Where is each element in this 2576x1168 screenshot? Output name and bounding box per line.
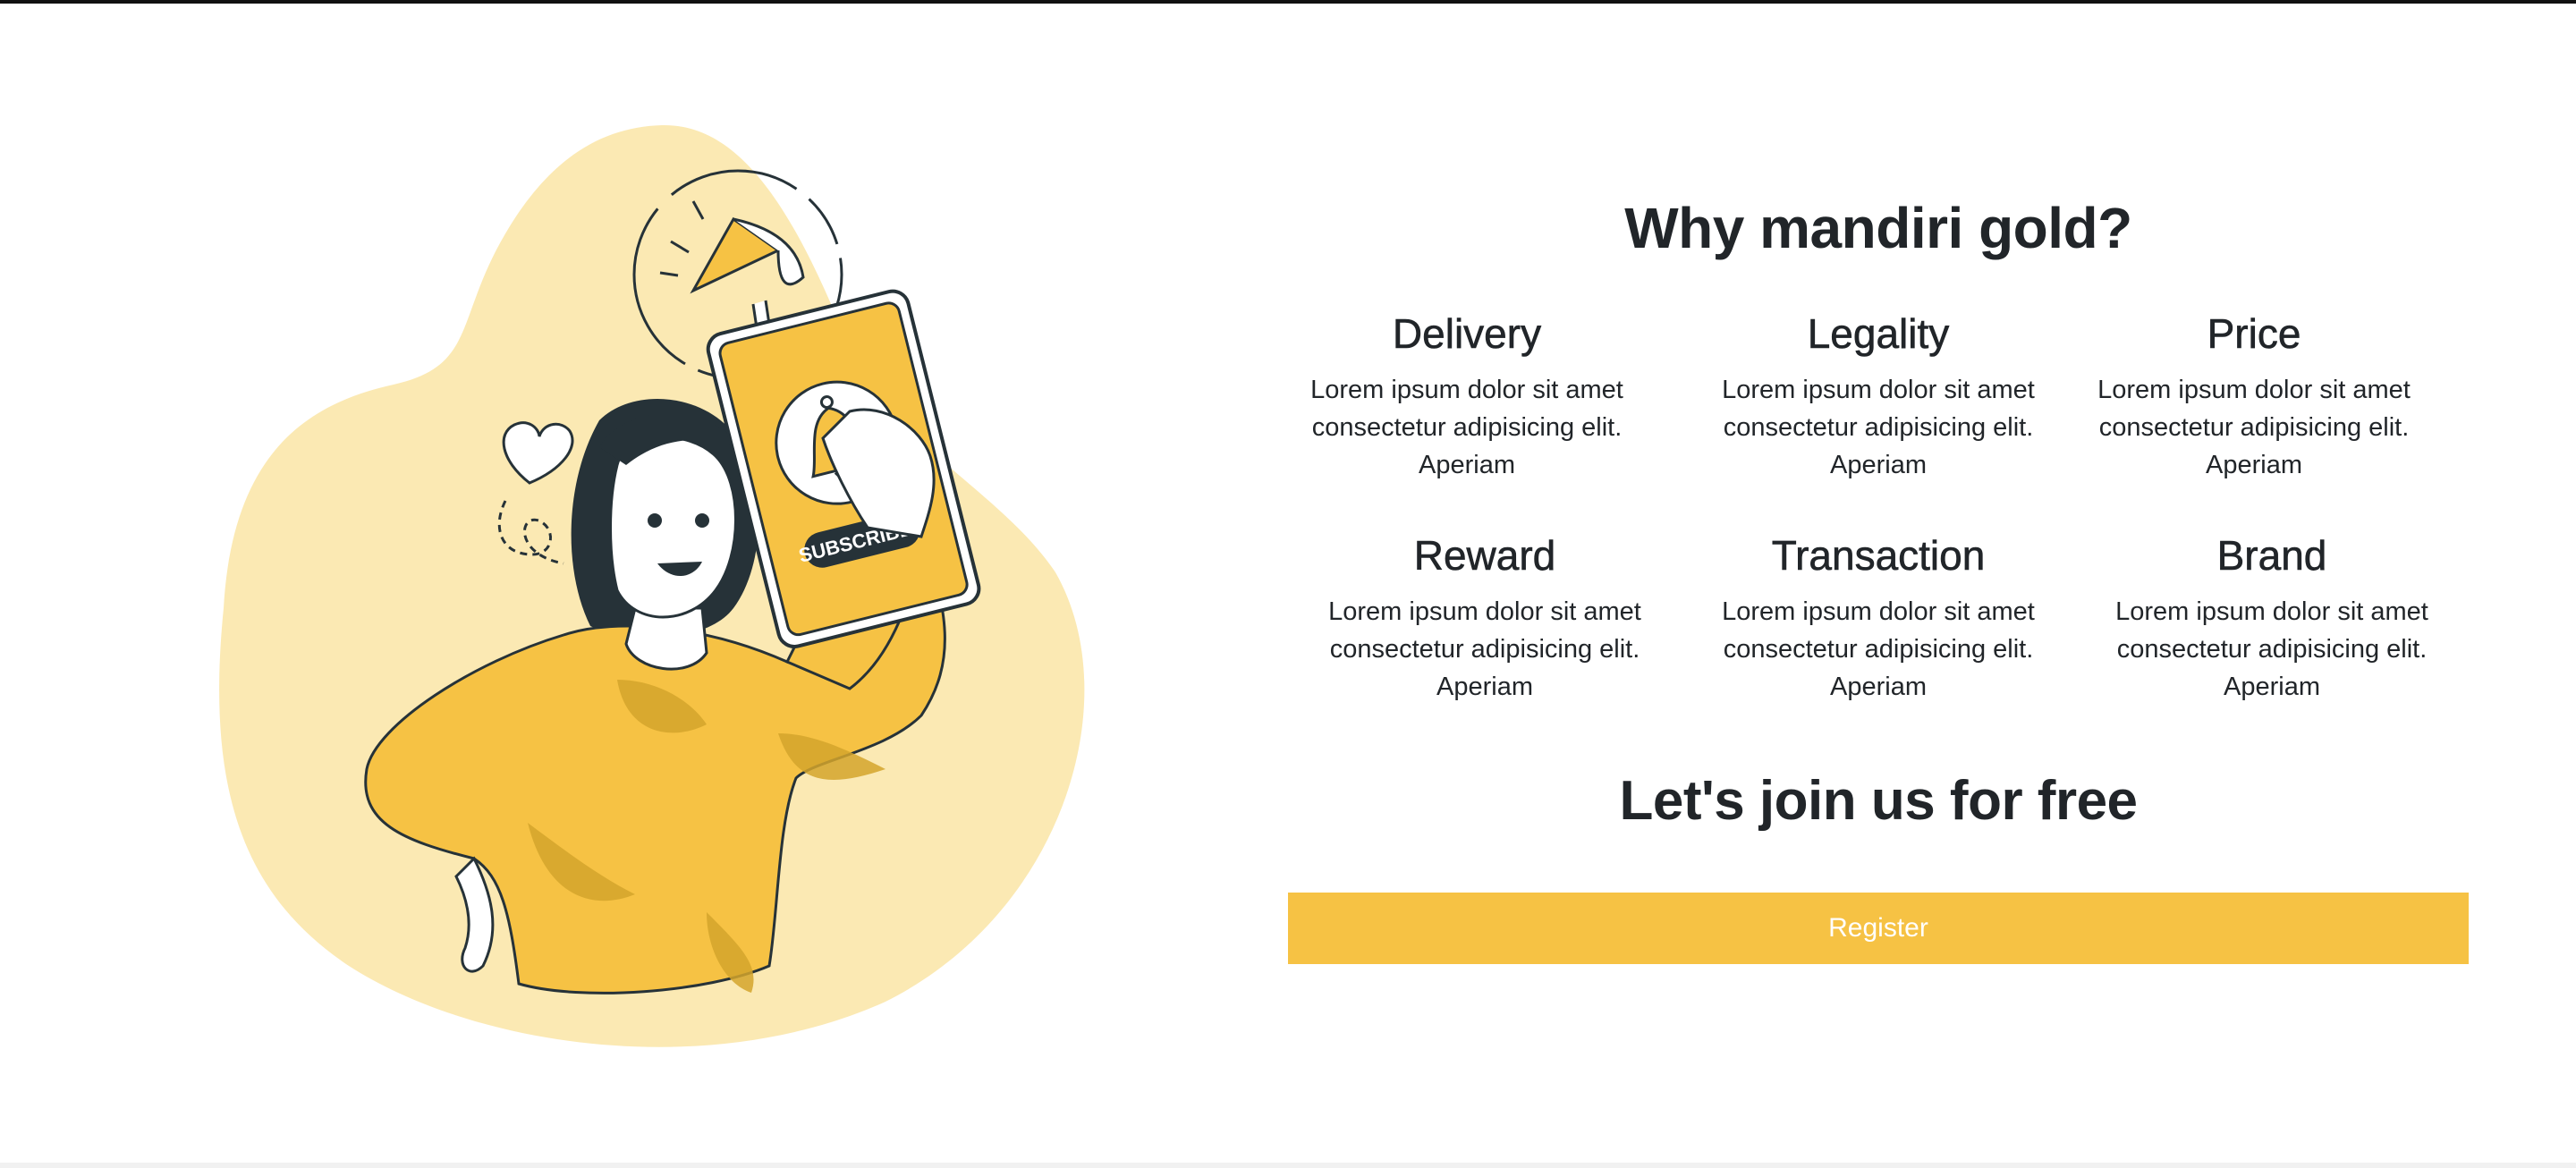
feature-title: Transaction bbox=[1771, 532, 1986, 580]
feature-delivery: Delivery Lorem ipsum dolor sit amet cons… bbox=[1288, 311, 1646, 484]
register-button[interactable]: Register bbox=[1288, 893, 2469, 964]
why-section: Why mandiri gold? Delivery Lorem ipsum d… bbox=[1288, 196, 2469, 964]
section-title: Why mandiri gold? bbox=[1624, 196, 2132, 260]
face bbox=[609, 436, 737, 619]
feature-title: Delivery bbox=[1392, 310, 1542, 358]
feature-description: Lorem ipsum dolor sit amet consectetur a… bbox=[2115, 597, 2428, 701]
feature-price: Price Lorem ipsum dolor sit amet consect… bbox=[2075, 311, 2433, 484]
feature-transaction: Transaction Lorem ipsum dolor sit amet c… bbox=[1699, 533, 2057, 706]
feature-title: Price bbox=[2207, 310, 2301, 358]
eye-left bbox=[648, 513, 662, 528]
feature-reward: Reward Lorem ipsum dolor sit amet consec… bbox=[1306, 533, 1664, 706]
feature-title: Reward bbox=[1413, 532, 1556, 580]
cta-title: Let's join us for free bbox=[1619, 770, 2138, 832]
feature-brand: Brand Lorem ipsum dolor sit amet consect… bbox=[2093, 533, 2451, 706]
feature-description: Lorem ipsum dolor sit amet consectetur a… bbox=[1722, 375, 2035, 479]
feature-legality: Legality Lorem ipsum dolor sit amet cons… bbox=[1699, 311, 2057, 484]
feature-description: Lorem ipsum dolor sit amet consectetur a… bbox=[2097, 375, 2411, 479]
bottom-divider bbox=[0, 1163, 2576, 1168]
top-border bbox=[0, 0, 2576, 4]
subscribed-woman-illustration: SUBSCRIBED bbox=[219, 124, 1085, 1047]
eye-right bbox=[695, 513, 709, 528]
feature-description: Lorem ipsum dolor sit amet consectetur a… bbox=[1310, 375, 1623, 479]
features-grid: Delivery Lorem ipsum dolor sit amet cons… bbox=[1288, 311, 2469, 732]
feature-title: Brand bbox=[2216, 532, 2327, 580]
feature-title: Legality bbox=[1807, 310, 1950, 358]
feature-description: Lorem ipsum dolor sit amet consectetur a… bbox=[1722, 597, 2035, 701]
feature-description: Lorem ipsum dolor sit amet consectetur a… bbox=[1328, 597, 1641, 701]
